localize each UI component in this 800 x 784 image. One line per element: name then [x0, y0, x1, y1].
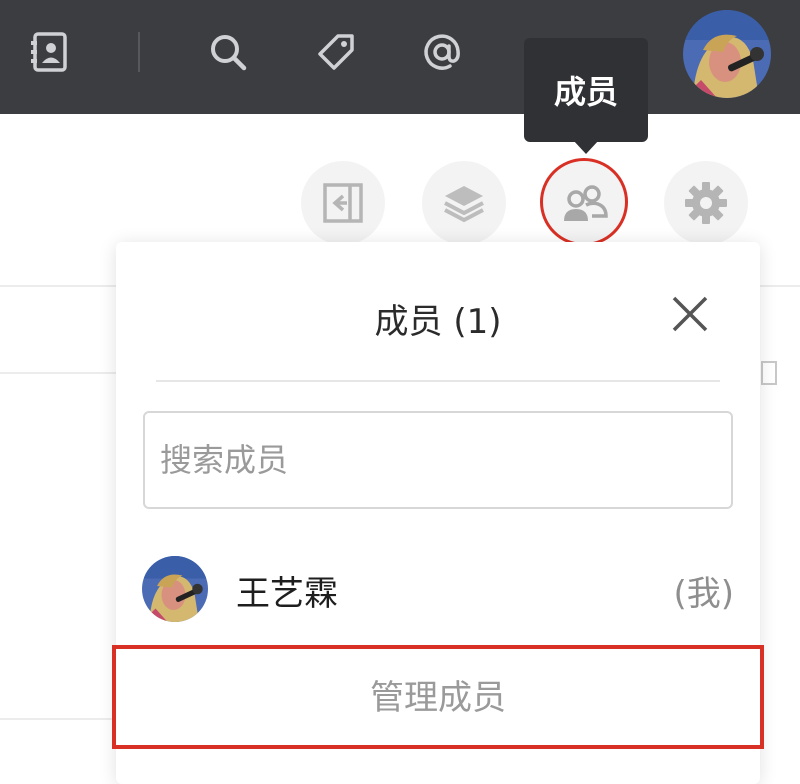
close-icon[interactable] [668, 292, 712, 336]
members-button-highlight [540, 158, 628, 246]
divider-line [0, 718, 120, 720]
member-list-item[interactable]: 王艺霖 (我) [116, 552, 760, 630]
tag-icon[interactable] [314, 30, 358, 74]
search-icon[interactable] [206, 30, 250, 74]
manage-members-highlight [112, 645, 764, 749]
settings-button[interactable] [664, 161, 748, 245]
member-self-tag: (我) [673, 574, 734, 614]
member-name: 王艺霖 [236, 574, 338, 614]
collapse-panel-icon [323, 183, 363, 223]
member-avatar [142, 556, 208, 622]
members-tooltip: 成员 [524, 38, 648, 142]
user-avatar[interactable] [683, 10, 771, 98]
tooltip-arrow [573, 140, 599, 154]
search-members-input[interactable] [143, 411, 733, 509]
top-bar [0, 0, 800, 114]
divider-line [0, 372, 120, 374]
settings-icon [685, 182, 727, 224]
collapse-panel-button[interactable] [301, 161, 385, 245]
layers-button[interactable] [422, 161, 506, 245]
contacts-icon[interactable] [28, 30, 72, 74]
scroll-edge-icon [760, 356, 780, 392]
layers-icon [444, 186, 484, 223]
at-icon[interactable] [420, 30, 464, 74]
toolbar-divider [138, 32, 140, 72]
panel-title: 成员 (1) [374, 302, 502, 342]
panel-divider [156, 380, 720, 382]
